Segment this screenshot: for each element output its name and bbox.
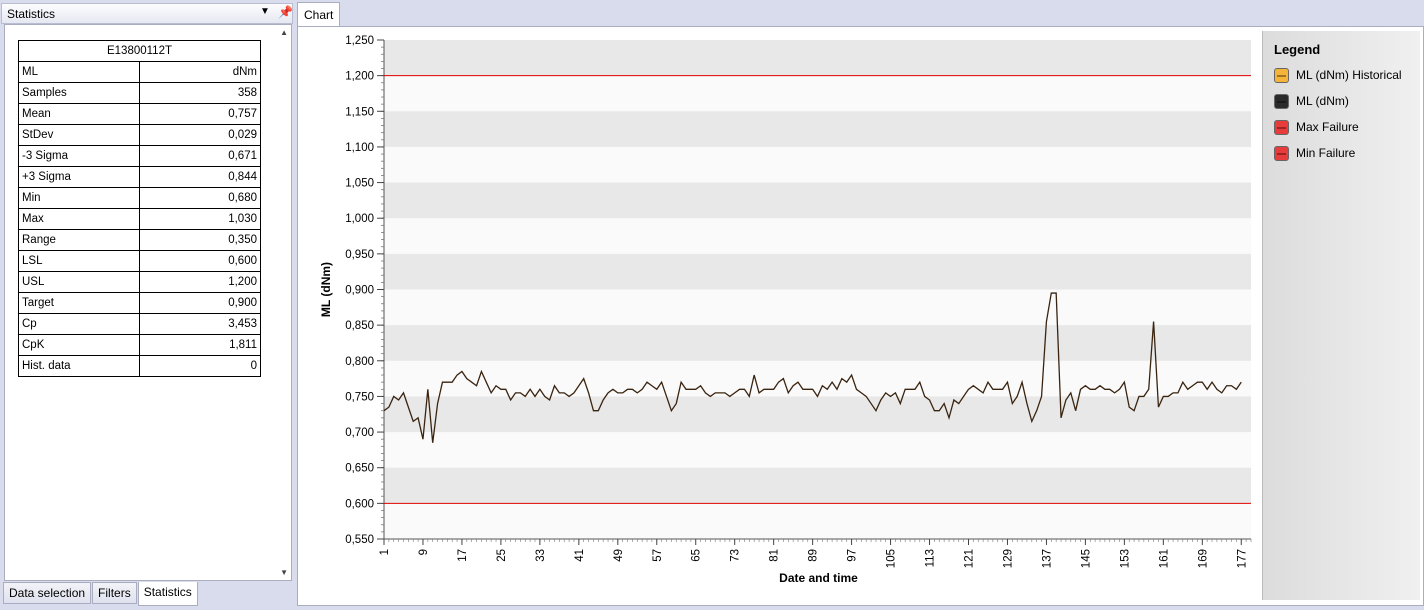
y-tick-label: 0,850 <box>345 320 374 332</box>
y-tick-label: 1,050 <box>345 178 374 190</box>
grid-band <box>384 111 1251 147</box>
y-axis-title: ML (dNm) <box>319 262 333 317</box>
x-tick-label: 97 <box>847 549 859 562</box>
y-tick-label: 1,250 <box>345 35 374 47</box>
grid-band <box>384 40 1251 76</box>
x-tick-label: 17 <box>457 549 469 562</box>
x-tick-label: 49 <box>613 549 625 562</box>
legend-item-min-failure: Min Failure <box>1274 145 1355 161</box>
legend-swatch-ml <box>1274 93 1289 109</box>
y-tick-label: 0,950 <box>345 249 374 261</box>
x-tick-label: 137 <box>1041 549 1053 568</box>
y-tick-label: 0,800 <box>345 356 374 368</box>
x-tick-label: 41 <box>574 549 586 562</box>
x-tick-label: 73 <box>730 549 742 562</box>
x-tick-label: 33 <box>535 549 547 562</box>
x-tick-label: 121 <box>963 549 975 568</box>
x-tick-label: 57 <box>652 549 664 562</box>
legend-item-ml: ML (dNm) <box>1274 93 1349 109</box>
line-chart: 0,550 0,600 0,650 0,700 0,750 0,800 0,850 0,900… <box>319 35 1252 585</box>
y-tick-label: 0,700 <box>345 427 374 439</box>
grid-band <box>384 467 1251 504</box>
legend-label: Min Failure <box>1296 146 1356 160</box>
legend-label: Max Failure <box>1296 120 1359 134</box>
legend: Legend ML (dNm) Historical ML (dNm) Max … <box>1262 31 1420 600</box>
grid-band <box>384 182 1251 219</box>
x-tick-label: 81 <box>769 549 781 562</box>
y-tick-label: 0,650 <box>345 463 374 475</box>
x-tick-label: 145 <box>1080 549 1092 568</box>
y-tick-label: 0,750 <box>345 391 374 403</box>
grid-band <box>384 253 1251 290</box>
x-tick-label: 169 <box>1197 549 1209 568</box>
x-tick-label: 65 <box>691 549 703 562</box>
y-tick-label: 1,150 <box>345 106 374 118</box>
y-tick-label: 1,200 <box>345 71 374 83</box>
legend-item-max-failure: Max Failure <box>1274 119 1359 135</box>
x-axis-title: Date and time <box>779 571 858 585</box>
grid-band <box>384 325 1251 361</box>
x-tick-label: 177 <box>1236 549 1248 568</box>
x-tick-label: 25 <box>496 549 508 562</box>
x-tick-label: 105 <box>886 549 898 568</box>
legend-swatch-historical <box>1274 67 1289 83</box>
legend-label: ML (dNm) Historical <box>1296 68 1402 82</box>
grid-band <box>384 396 1251 433</box>
y-tick-label: 1,000 <box>345 213 374 225</box>
legend-swatch-max-failure <box>1274 119 1289 135</box>
legend-title: Legend <box>1274 42 1321 57</box>
y-tick-label: 0,600 <box>345 498 374 510</box>
x-tick-label: 1 <box>379 549 391 555</box>
x-tick-label: 9 <box>418 549 430 555</box>
legend-swatch-min-failure <box>1274 145 1289 161</box>
x-tick-label: 129 <box>1002 549 1014 568</box>
y-tick-label: 1,100 <box>345 142 374 154</box>
x-tick-label: 89 <box>808 549 820 562</box>
x-tick-label: 161 <box>1158 549 1170 568</box>
legend-label: ML (dNm) <box>1296 94 1349 108</box>
legend-item-historical: ML (dNm) Historical <box>1274 67 1402 83</box>
x-tick-label: 153 <box>1119 549 1131 568</box>
y-tick-label: 0,550 <box>345 534 374 546</box>
x-tick-label: 113 <box>925 549 937 567</box>
y-tick-label: 0,900 <box>345 285 374 297</box>
